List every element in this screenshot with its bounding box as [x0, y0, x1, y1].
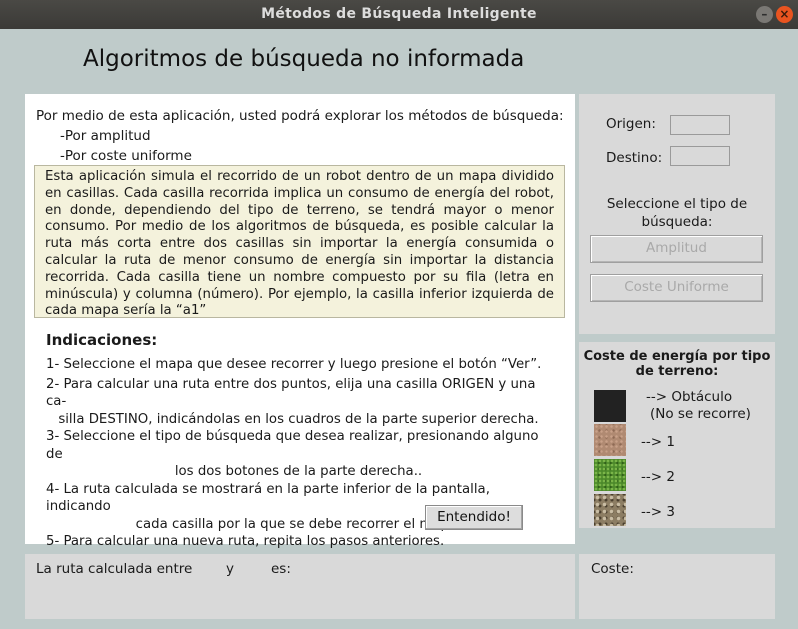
terrain-3-swatch	[594, 494, 626, 526]
obstacle-swatch	[594, 390, 626, 422]
step-1: 1- Seleccione el mapa que desee recorrer…	[46, 356, 551, 374]
step-text: 2- Para calcular una ruta entre dos punt…	[46, 376, 536, 410]
entendido-button[interactable]: Entendido!	[425, 505, 523, 530]
close-button[interactable]: ×	[776, 6, 793, 23]
instructions-title: Indicaciones:	[46, 331, 158, 349]
step-text-cont: silla DESTINO, indicándolas en los cuadr…	[58, 411, 539, 427]
terrain-legend-title: Coste de energía por tipo de terreno:	[583, 349, 771, 379]
origen-label: Origen:	[606, 116, 656, 132]
cost-result-panel: Coste:	[579, 554, 775, 619]
terrain-legend-panel: Coste de energía por tipo de terreno: --…	[579, 342, 775, 528]
amplitud-button[interactable]: Amplitud	[590, 235, 763, 263]
route-prefix-label: La ruta calculada entre	[36, 561, 193, 577]
instructions-panel: Por medio de esta aplicación, usted podr…	[25, 94, 575, 549]
coste-uniforme-button[interactable]: Coste Uniforme	[590, 274, 763, 302]
terrain-2-swatch	[594, 459, 626, 491]
terrain-1-swatch	[594, 424, 626, 456]
minimize-button[interactable]: –	[756, 6, 773, 23]
destino-label: Destino:	[606, 150, 663, 166]
route-es-label: es:	[271, 561, 291, 577]
window-title: Métodos de Búsqueda Inteligente	[261, 6, 537, 22]
step-text: 3- Seleccione el tipo de búsqueda que de…	[46, 429, 539, 462]
route-and-label: y	[226, 561, 234, 577]
step-text: 1- Seleccione el mapa que desee recorrer…	[46, 357, 542, 372]
title-bar: Métodos de Búsqueda Inteligente – ×	[0, 0, 798, 29]
intro-item-amplitud: -Por amplitud	[60, 128, 151, 144]
destino-input[interactable]	[670, 146, 730, 166]
step-2: 2- Para calcular una ruta entre dos punt…	[46, 376, 551, 429]
coste-label: Coste:	[591, 561, 634, 577]
intro-item-coste: -Por coste uniforme	[60, 148, 192, 164]
route-result-panel: La ruta calculada entre y es:	[25, 554, 575, 619]
intro-line: Por medio de esta aplicación, usted podr…	[36, 108, 564, 124]
origen-input[interactable]	[670, 115, 730, 135]
obstacle-label: --> Obtáculo	[646, 389, 733, 405]
search-controls-panel: Origen: Destino: Seleccione el tipo de b…	[579, 94, 775, 334]
terrain-1-label: --> 1	[641, 434, 675, 450]
terrain-2-label: --> 2	[641, 469, 675, 485]
step-text: 5- Para calcular una nueva ruta, repita …	[46, 534, 445, 549]
description-box: Esta aplicación simula el recorrido de u…	[34, 165, 565, 318]
step-text-cont: los dos botones de la parte derecha..	[174, 464, 423, 479]
search-type-label: Seleccione el tipo de búsqueda:	[606, 196, 748, 230]
intro-text: Por medio de esta aplicación, usted podr…	[36, 106, 564, 166]
page-title: Algoritmos de búsqueda no informada	[83, 46, 525, 72]
description-text: Esta aplicación simula el recorrido de u…	[45, 169, 554, 319]
terrain-3-label: --> 3	[641, 504, 675, 520]
step-5: 5- Para calcular una nueva ruta, repita …	[46, 533, 551, 551]
step-3: 3- Seleccione el tipo de búsqueda que de…	[46, 428, 551, 481]
obstacle-note: (No se recorre)	[650, 406, 751, 422]
step-text: 4- La ruta calculada se mostrará en la p…	[46, 481, 490, 515]
